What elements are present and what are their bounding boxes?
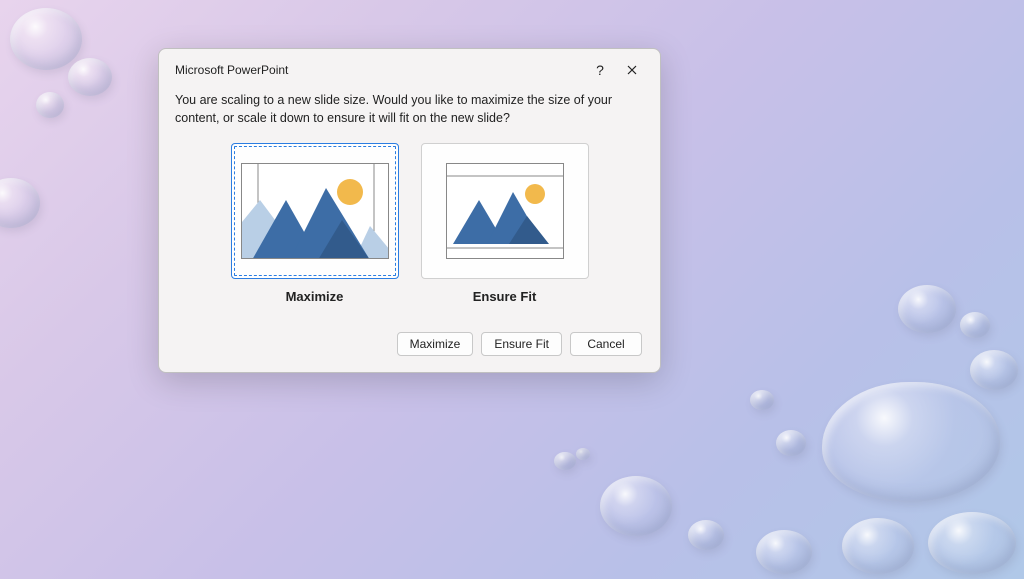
options-row: Maximize bbox=[175, 143, 644, 304]
option-ensure-fit-label: Ensure Fit bbox=[473, 289, 537, 304]
dialog-titlebar: Microsoft PowerPoint ? bbox=[159, 49, 660, 87]
decorative-droplet bbox=[10, 8, 82, 70]
decorative-droplet bbox=[842, 518, 914, 574]
cancel-button[interactable]: Cancel bbox=[570, 332, 642, 356]
option-maximize-label: Maximize bbox=[286, 289, 344, 304]
decorative-droplet bbox=[576, 448, 590, 460]
decorative-droplet bbox=[928, 512, 1016, 574]
decorative-droplet bbox=[970, 350, 1018, 390]
dialog-message: You are scaling to a new slide size. Wou… bbox=[175, 91, 644, 127]
decorative-droplet bbox=[554, 452, 576, 470]
option-ensure-fit-preview bbox=[421, 143, 589, 279]
decorative-droplet bbox=[750, 390, 774, 410]
help-button[interactable]: ? bbox=[584, 56, 616, 84]
dialog-body: You are scaling to a new slide size. Wou… bbox=[159, 87, 660, 372]
decorative-droplet bbox=[600, 476, 672, 536]
decorative-droplet bbox=[756, 530, 812, 574]
decorative-droplet bbox=[822, 382, 1000, 502]
decorative-droplet bbox=[898, 285, 956, 333]
close-button[interactable] bbox=[616, 56, 648, 84]
button-row: Maximize Ensure Fit Cancel bbox=[175, 328, 644, 358]
close-icon bbox=[627, 65, 637, 75]
option-maximize-preview bbox=[231, 143, 399, 279]
decorative-droplet bbox=[0, 178, 40, 228]
dialog-title: Microsoft PowerPoint bbox=[175, 63, 584, 77]
ensure-fit-illustration bbox=[447, 164, 564, 259]
maximize-button[interactable]: Maximize bbox=[397, 332, 474, 356]
option-ensure-fit[interactable]: Ensure Fit bbox=[421, 143, 589, 304]
maximize-illustration bbox=[242, 164, 389, 259]
decorative-droplet bbox=[960, 312, 990, 338]
decorative-droplet bbox=[36, 92, 64, 118]
decorative-droplet bbox=[68, 58, 112, 96]
ensure-fit-button[interactable]: Ensure Fit bbox=[481, 332, 562, 356]
slide-size-dialog: Microsoft PowerPoint ? You are scaling t… bbox=[158, 48, 661, 373]
decorative-droplet bbox=[776, 430, 806, 456]
option-maximize[interactable]: Maximize bbox=[231, 143, 399, 304]
decorative-droplet bbox=[688, 520, 724, 550]
